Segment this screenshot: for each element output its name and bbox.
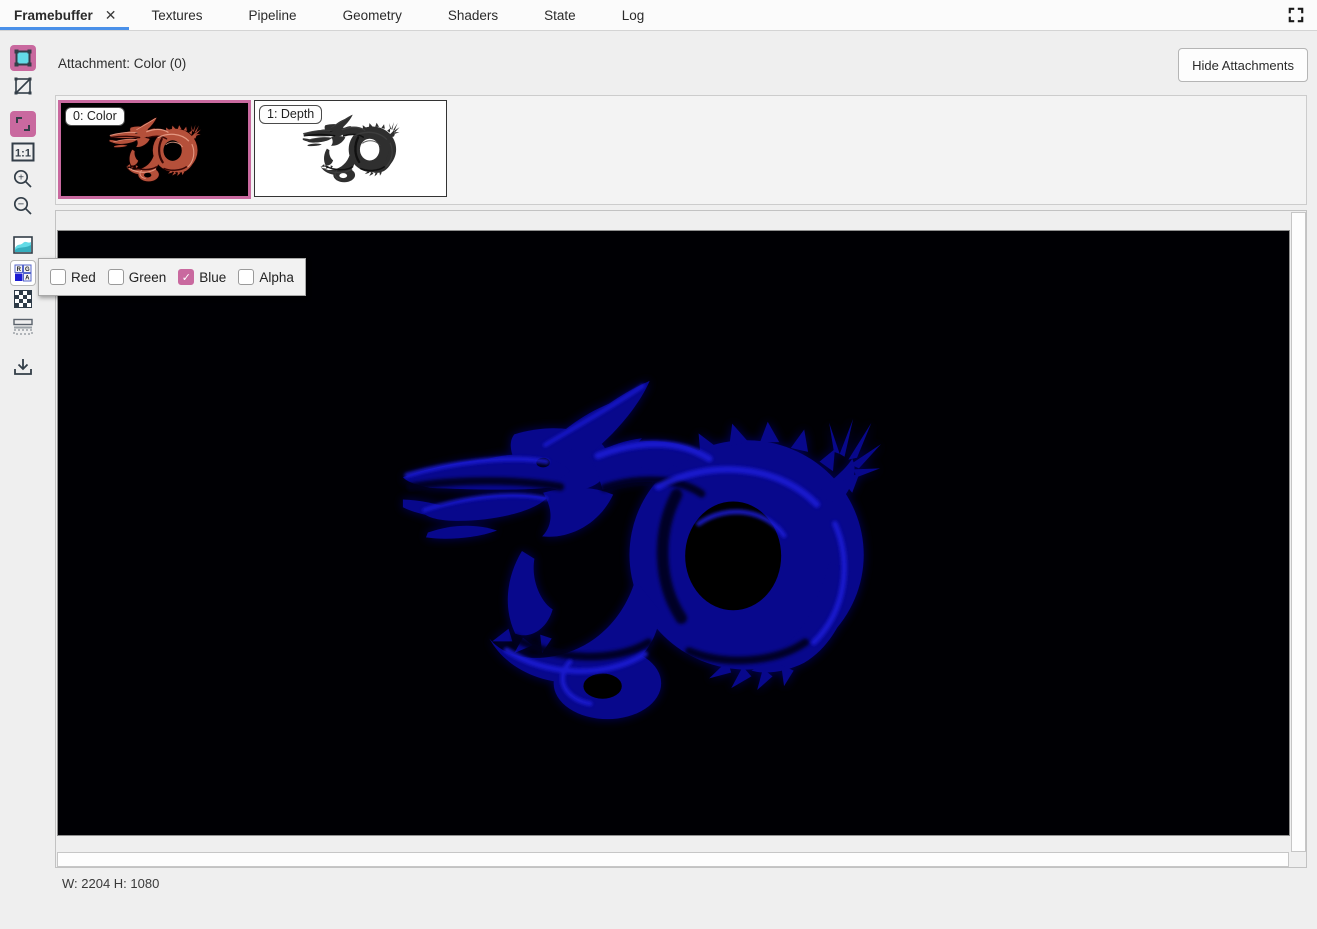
hide-attachments-button[interactable]: Hide Attachments: [1178, 48, 1308, 82]
attachment-thumbnail-color[interactable]: 0: Color: [58, 100, 251, 199]
attachment-badge: 0: Color: [65, 107, 125, 126]
svg-text:+: +: [18, 173, 24, 184]
download-icon: [12, 356, 34, 378]
vertical-scrollbar[interactable]: [1291, 212, 1306, 852]
filled-square-icon: [12, 47, 34, 69]
checkbox-box: ✓: [178, 269, 194, 285]
checkbox-label: Green: [129, 270, 167, 285]
tonemap-image-button[interactable]: [10, 232, 36, 258]
tab-textures[interactable]: Textures: [129, 0, 226, 30]
channel-checkbox-green[interactable]: ✓ Green: [102, 269, 173, 285]
one-to-one-icon: 1:1: [11, 142, 35, 162]
zoom-out-button[interactable]: −: [10, 193, 36, 219]
checkbox-label: Blue: [199, 270, 226, 285]
horizontal-scrollbar[interactable]: [57, 852, 1289, 867]
array-slice-button[interactable]: [10, 313, 36, 339]
wireframe-toggle-button[interactable]: [10, 73, 36, 99]
tab-shaders[interactable]: Shaders: [425, 0, 521, 30]
image-waves-icon: [12, 235, 34, 255]
attachment-label: Attachment: Color (0): [58, 56, 186, 71]
tab-label: Framebuffer: [14, 8, 93, 23]
channel-popup: ✓ Red ✓ Green ✓ Blue ✓ Alpha: [38, 258, 306, 296]
tab-bar: Framebuffer ✕ Textures Pipeline Geometry…: [0, 0, 1317, 31]
tab-state[interactable]: State: [521, 0, 599, 30]
fullscreen-icon[interactable]: [1275, 0, 1317, 30]
zoom-in-icon: +: [12, 168, 34, 190]
alpha-checkerboard-button[interactable]: [10, 286, 36, 312]
svg-text:1:1: 1:1: [15, 148, 31, 160]
channel-checkbox-red[interactable]: ✓ Red: [44, 269, 102, 285]
fill-solid-toggle-button[interactable]: [10, 45, 36, 71]
checkbox-box: ✓: [108, 269, 124, 285]
tab-geometry[interactable]: Geometry: [320, 0, 425, 30]
color-channels-button[interactable]: R G A: [10, 260, 36, 286]
channel-checkbox-alpha[interactable]: ✓ Alpha: [232, 269, 300, 285]
slice-icon: [12, 317, 34, 335]
attachment-thumbnail-depth[interactable]: 1: Depth: [254, 100, 447, 197]
checkbox-label: Alpha: [259, 270, 294, 285]
svg-text:R: R: [17, 267, 22, 273]
fit-to-window-button[interactable]: [10, 111, 36, 137]
checkbox-box: ✓: [238, 269, 254, 285]
svg-text:−: −: [18, 199, 24, 211]
checkerboard-icon: [14, 290, 32, 308]
image-dimensions-status: W: 2204 H: 1080: [62, 876, 159, 891]
channel-checkbox-blue[interactable]: ✓ Blue: [172, 269, 232, 285]
close-icon[interactable]: ✕: [105, 8, 117, 22]
attachments-strip: 0: Color 1: Depth: [55, 95, 1307, 205]
checkbox-box: ✓: [50, 269, 66, 285]
actual-size-button[interactable]: 1:1: [10, 139, 36, 165]
zoom-out-icon: −: [12, 195, 34, 217]
check-icon: ✓: [182, 271, 191, 284]
rgba-channels-icon: R G A: [13, 263, 33, 283]
framebuffer-image[interactable]: [57, 230, 1290, 836]
empty-square-diagonal-icon: [12, 75, 34, 97]
tab-log[interactable]: Log: [599, 0, 668, 30]
tab-pipeline[interactable]: Pipeline: [226, 0, 320, 30]
framebuffer-window: Framebuffer ✕ Textures Pipeline Geometry…: [0, 0, 1317, 929]
tab-framebuffer[interactable]: Framebuffer ✕: [0, 0, 129, 30]
save-image-button[interactable]: [10, 354, 36, 380]
checkbox-label: Red: [71, 270, 96, 285]
fit-corners-icon: [12, 113, 34, 135]
svg-text:A: A: [25, 275, 30, 281]
zoom-in-button[interactable]: +: [10, 166, 36, 192]
framebuffer-viewport-panel: [55, 210, 1307, 868]
svg-text:G: G: [25, 267, 30, 273]
attachment-badge: 1: Depth: [259, 105, 322, 124]
